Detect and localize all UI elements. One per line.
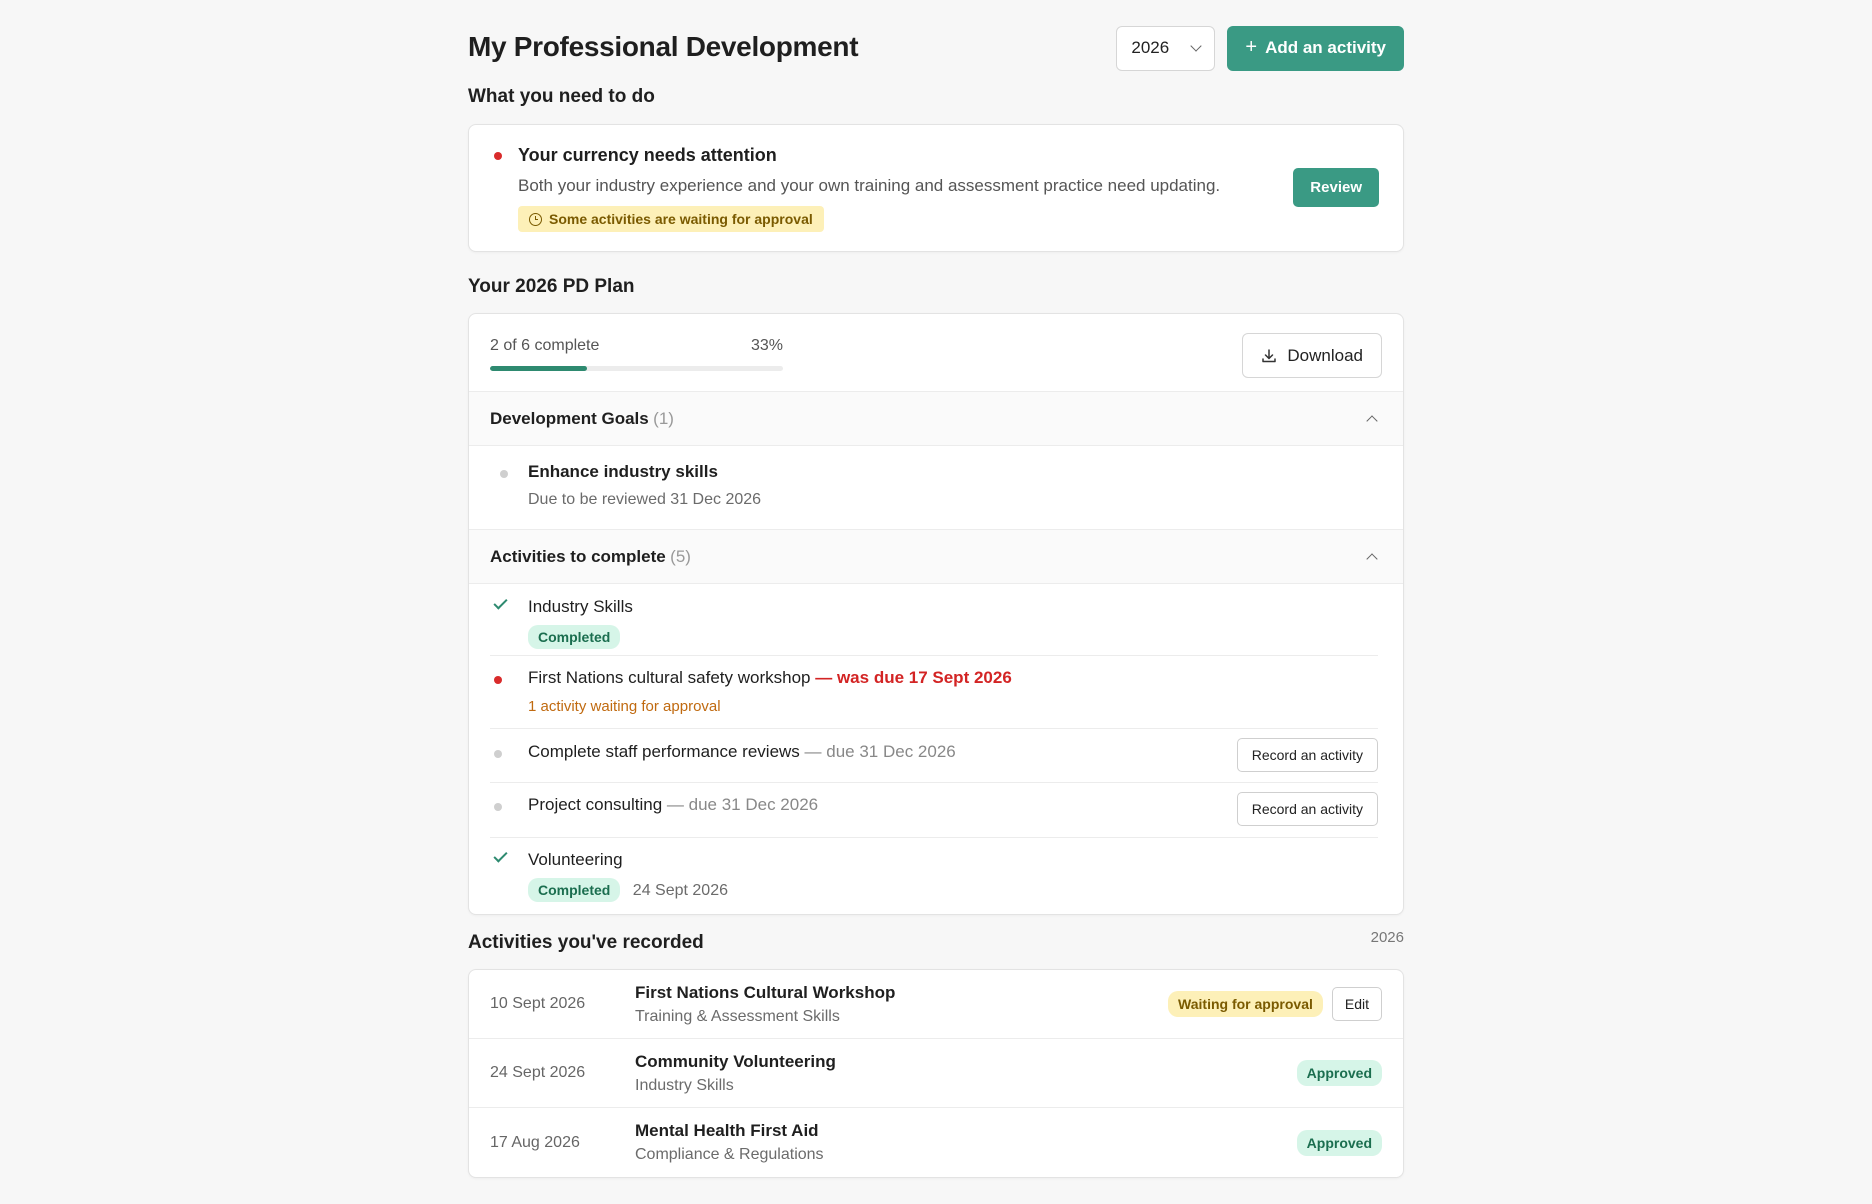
plus-icon: +: [1245, 36, 1258, 58]
year-select[interactable]: 2026: [1116, 25, 1216, 71]
pending-dot-icon: [494, 750, 502, 758]
recorded-date: 10 Sept 2026: [490, 995, 586, 1012]
currency-alert-card: Your currency needs attention Both your …: [468, 124, 1404, 252]
download-icon: [1262, 348, 1277, 362]
pd-plan-card: 2 of 6 complete 33% Download Development…: [468, 313, 1404, 915]
goal-review-date: Due to be reviewed 31 Dec 2026: [528, 491, 762, 508]
activity-item: First Nations cultural safety workshop —…: [490, 656, 1378, 729]
recorded-actions: Approved: [1296, 1060, 1382, 1086]
development-goals-header[interactable]: Development Goals (1): [469, 392, 1403, 446]
recorded-row: 24 Sept 2026 Community Volunteering Indu…: [469, 1039, 1403, 1108]
activity-waiting-text: 1 activity waiting for approval: [528, 698, 721, 715]
goal-item: Enhance industry skills Due to be review…: [469, 446, 1403, 530]
activity-name: Project consulting: [528, 795, 663, 814]
chevron-down-icon: [1190, 40, 1203, 52]
overdue-dot-icon: [494, 676, 502, 684]
recorded-category: Industry Skills: [635, 1076, 734, 1094]
activity-item: Project consulting — due 31 Dec 2026 Rec…: [490, 783, 1378, 838]
record-activity-button[interactable]: Record an activity: [1236, 792, 1378, 826]
plan-section-title: Your 2026 PD Plan: [468, 276, 635, 297]
recorded-category: Compliance & Regulations: [635, 1146, 824, 1163]
completed-badge: Completed: [528, 878, 621, 902]
recorded-activities-card: 10 Sept 2026 First Nations Cultural Work…: [468, 969, 1404, 1178]
activity-name: Complete staff performance reviews: [528, 742, 800, 761]
download-label: Download: [1287, 345, 1363, 365]
completed-date: 24 Sept 2026: [632, 882, 728, 899]
chevron-up-icon[interactable]: [1366, 552, 1378, 565]
page: My Professional Development 2026 + Add a…: [468, 0, 1404, 1178]
activity-item: Volunteering Completed 24 Sept 2026: [490, 838, 1378, 914]
recorded-category: Training & Assessment Skills: [635, 1007, 840, 1025]
edit-button[interactable]: Edit: [1331, 987, 1382, 1021]
status-badge: Waiting for approval: [1168, 991, 1323, 1017]
approval-warning-badge: Some activities are waiting for approval: [518, 206, 824, 232]
download-button[interactable]: Download: [1242, 333, 1382, 378]
add-activity-button[interactable]: + Add an activity: [1227, 25, 1404, 71]
activity-due-text: — due 31 Dec 2026: [799, 742, 956, 761]
check-icon: [493, 848, 508, 863]
activities-to-complete-header[interactable]: Activities to complete (5): [469, 530, 1403, 584]
recorded-date: 24 Sept 2026: [490, 1064, 586, 1081]
recorded-header: Activities you've recorded 2026: [468, 929, 1404, 954]
plan-progress: 2 of 6 complete 33%: [490, 335, 783, 371]
recorded-section-title: Activities you've recorded: [468, 932, 704, 953]
recorded-title: First Nations Cultural Workshop: [635, 982, 896, 1002]
activity-due-text: — due 31 Dec 2026: [662, 795, 819, 814]
recorded-row: 17 Aug 2026 Mental Health First Aid Comp…: [469, 1108, 1403, 1177]
progress-percent: 33%: [750, 336, 783, 354]
chevron-up-icon[interactable]: [1366, 414, 1378, 427]
plan-progress-bar-row: 2 of 6 complete 33% Download: [469, 314, 1403, 392]
activity-name: First Nations cultural safety workshop: [528, 668, 811, 687]
recorded-actions: Approved: [1296, 1129, 1382, 1156]
progress-labels: 2 of 6 complete 33%: [490, 337, 783, 355]
review-button[interactable]: Review: [1293, 168, 1379, 207]
clock-icon: [529, 212, 542, 226]
approval-warning-text: Some activities are waiting for approval: [549, 211, 813, 227]
record-activity-button[interactable]: Record an activity: [1236, 738, 1378, 772]
activities-list: Industry Skills Completed First Nations …: [469, 584, 1403, 914]
pending-dot-icon: [494, 803, 502, 811]
status-badge: Approved: [1296, 1060, 1382, 1086]
activity-overdue-text: — was due 17 Sept 2026: [815, 668, 1012, 687]
recorded-actions: Waiting for approval Edit: [1168, 987, 1382, 1021]
goal-status-dot-icon: [500, 470, 508, 478]
activity-name: Volunteering: [528, 850, 623, 869]
recorded-title: Mental Health First Aid: [635, 1121, 819, 1140]
recorded-date: 17 Aug 2026: [490, 1133, 580, 1151]
recorded-year: 2026: [1370, 929, 1404, 946]
alert-title: Your currency needs attention: [518, 145, 777, 165]
progress-track: [490, 365, 783, 371]
goals-header-count: (1): [653, 408, 674, 428]
goal-name: Enhance industry skills: [528, 462, 718, 481]
year-select-value: 2026: [1131, 38, 1170, 57]
add-activity-label: Add an activity: [1265, 38, 1386, 57]
progress-fill: [490, 365, 587, 371]
page-title: My Professional Development: [468, 31, 859, 62]
progress-count: 2 of 6 complete: [490, 336, 600, 354]
activity-item: Industry Skills Completed: [490, 584, 1378, 656]
completed-badge: Completed: [528, 625, 621, 649]
check-icon: [493, 595, 508, 610]
recorded-row: 10 Sept 2026 First Nations Cultural Work…: [469, 970, 1403, 1039]
recorded-title: Community Volunteering: [635, 1051, 836, 1071]
activities-header-label: Activities to complete: [490, 546, 666, 566]
activities-header-count: (5): [670, 546, 691, 566]
alert-dot-icon: [494, 152, 502, 160]
alert-description: Both your industry experience and your o…: [518, 176, 1221, 195]
goals-header-label: Development Goals: [490, 408, 649, 428]
status-badge: Approved: [1296, 1129, 1382, 1156]
todo-section-title: What you need to do: [468, 86, 655, 107]
page-header: My Professional Development 2026 + Add a…: [468, 0, 1404, 96]
activity-item: Complete staff performance reviews — due…: [490, 729, 1378, 783]
header-actions: 2026 + Add an activity: [1116, 25, 1404, 71]
activity-name: Industry Skills: [528, 597, 633, 616]
